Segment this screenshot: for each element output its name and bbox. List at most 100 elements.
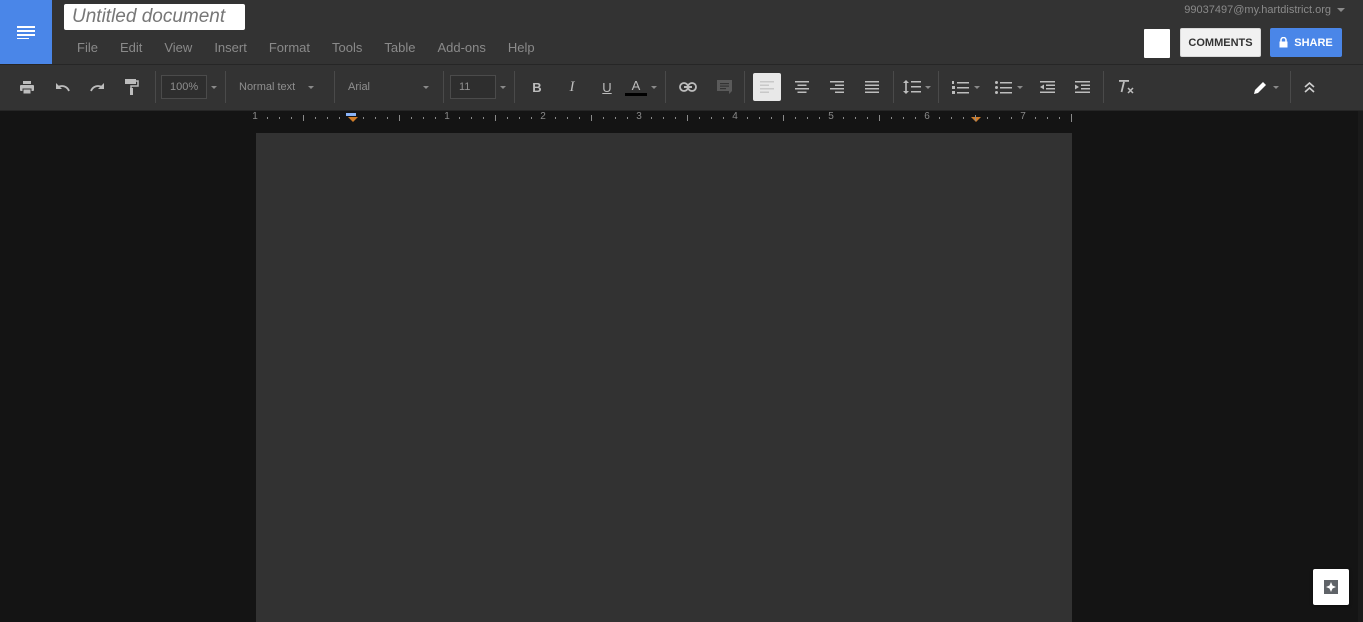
text-color-button[interactable]: A	[623, 73, 659, 101]
font-value: Arial	[348, 81, 371, 93]
justify-button[interactable]	[858, 73, 886, 101]
ruler-number: 3	[636, 111, 642, 122]
comments-button[interactable]: COMMENTS	[1180, 28, 1261, 57]
ruler-tick	[507, 117, 508, 119]
menu-help[interactable]: Help	[497, 39, 546, 57]
avatar[interactable]	[1144, 29, 1170, 58]
ruler-tick	[1011, 117, 1012, 119]
underline-button[interactable]: U	[593, 73, 621, 101]
ruler-tick	[819, 117, 820, 119]
ruler-number: 1	[252, 111, 258, 122]
docs-logo-icon[interactable]	[0, 0, 52, 64]
ruler-tick	[855, 117, 856, 119]
explore-button[interactable]	[1313, 569, 1349, 605]
toolbar-separator	[225, 71, 226, 103]
decrease-indent-button[interactable]	[1033, 73, 1061, 101]
first-line-indent-marker[interactable]	[346, 113, 356, 116]
menu-tools[interactable]: Tools	[321, 39, 373, 57]
font-select[interactable]: Arial	[348, 75, 429, 99]
ruler-tick	[795, 117, 796, 119]
redo-button[interactable]	[83, 73, 111, 101]
pencil-icon	[1253, 81, 1266, 94]
collapse-menus-button[interactable]	[1295, 73, 1323, 101]
account-email: 99037497@my.hartdistrict.org	[1184, 4, 1331, 16]
ruler-number: 7	[1020, 111, 1026, 122]
paint-format-button[interactable]	[118, 73, 146, 101]
toolbar-separator	[514, 71, 515, 103]
chevron-down-icon	[974, 85, 980, 89]
editing-mode-button[interactable]	[1248, 73, 1284, 101]
clear-formatting-button[interactable]	[1112, 73, 1140, 101]
ruler-tick	[1035, 117, 1036, 119]
ruler-tick	[459, 117, 460, 119]
insert-comment-button[interactable]	[710, 73, 738, 101]
ruler-area: 1 1 2 3 4 5 6 7	[0, 111, 1363, 133]
ruler-tick	[531, 117, 532, 119]
bold-button[interactable]: B	[523, 73, 551, 101]
menu-add-ons[interactable]: Add-ons	[426, 39, 496, 57]
increase-indent-button[interactable]	[1068, 73, 1096, 101]
ruler-tick	[411, 117, 412, 119]
ruler-tick	[267, 117, 268, 119]
comment-icon	[716, 80, 732, 94]
document-title: Untitled document	[72, 6, 226, 27]
paragraph-style-select[interactable]: Normal text	[239, 75, 315, 99]
insert-link-button[interactable]	[674, 73, 702, 101]
ruler-tick	[327, 117, 328, 119]
bulleted-list-button[interactable]	[990, 73, 1028, 101]
line-spacing-icon	[903, 80, 921, 94]
left-indent-marker[interactable]	[348, 117, 358, 122]
share-button[interactable]: SHARE	[1270, 28, 1342, 57]
scrollbar[interactable]	[1358, 111, 1363, 622]
ruler-tick	[279, 117, 280, 119]
chevron-down-icon	[651, 85, 657, 89]
justify-icon	[865, 81, 879, 93]
ruler-tick	[555, 117, 556, 119]
ruler-tick	[771, 117, 772, 119]
chevron-down-icon	[925, 85, 931, 89]
menu-format[interactable]: Format	[258, 39, 321, 57]
clear-formatting-icon	[1119, 80, 1134, 94]
ruler-tick	[1047, 117, 1048, 119]
print-button[interactable]	[13, 73, 41, 101]
document-title-input[interactable]: Untitled document	[64, 4, 245, 30]
ruler-tick	[711, 117, 712, 119]
ruler-tick	[567, 117, 568, 119]
ruler-tick	[867, 117, 868, 119]
ruler-tick	[651, 117, 652, 119]
ruler-tick	[747, 117, 748, 119]
ruler-tick	[723, 117, 724, 119]
menu-file[interactable]: File	[66, 39, 109, 57]
font-size-select[interactable]: 11	[450, 75, 506, 99]
ruler-tick	[915, 117, 916, 119]
menu-view[interactable]: View	[153, 39, 203, 57]
toolbar-separator	[1290, 71, 1291, 103]
right-indent-marker[interactable]	[971, 117, 981, 122]
chevron-down-icon	[1272, 85, 1279, 89]
align-left-button[interactable]	[753, 73, 781, 101]
ruler[interactable]: 1 1 2 3 4 5 6 7	[252, 111, 1074, 133]
toolbar-separator	[334, 71, 335, 103]
document-page[interactable]	[256, 133, 1072, 622]
ruler-tick	[387, 117, 388, 119]
undo-button[interactable]	[48, 73, 76, 101]
menu-bar: File Edit View Insert Format Tools Table…	[66, 39, 546, 57]
account-switcher[interactable]: 99037497@my.hartdistrict.org	[1184, 4, 1345, 16]
ruler-tick	[879, 115, 880, 121]
numbered-list-button[interactable]	[947, 73, 985, 101]
menu-insert[interactable]: Insert	[203, 39, 258, 57]
align-center-button[interactable]	[788, 73, 816, 101]
toolbar-separator	[893, 71, 894, 103]
chevron-down-icon	[308, 85, 315, 89]
line-spacing-button[interactable]	[900, 73, 934, 101]
italic-button[interactable]: I	[558, 73, 586, 101]
zoom-select[interactable]: 100%	[161, 75, 217, 99]
align-right-button[interactable]	[823, 73, 851, 101]
ruler-tick	[999, 117, 1000, 119]
menu-table[interactable]: Table	[373, 39, 426, 57]
numbered-list-icon	[952, 80, 969, 94]
menu-edit[interactable]: Edit	[109, 39, 153, 57]
toolbar-separator	[155, 71, 156, 103]
toolbar-separator	[443, 71, 444, 103]
ruler-tick	[627, 117, 628, 119]
